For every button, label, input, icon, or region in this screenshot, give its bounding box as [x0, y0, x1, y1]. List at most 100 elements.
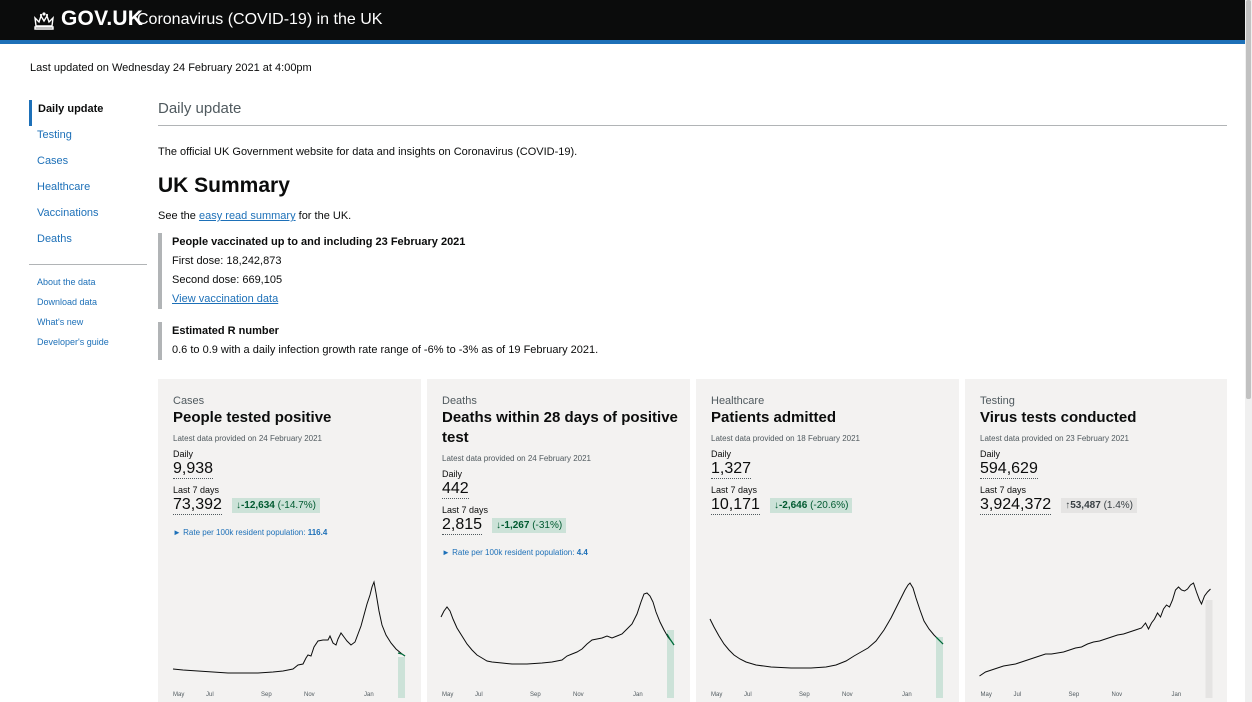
nav-item-healthcare[interactable]: Healthcare — [29, 178, 147, 204]
month-label: Jan — [1172, 692, 1182, 698]
vaccination-summary: People vaccinated up to and including 23… — [158, 233, 465, 309]
daily-value[interactable]: 594,629 — [980, 459, 1038, 479]
easy-read-link[interactable]: easy read summary — [199, 210, 296, 222]
change-badge: ↓-12,634 (-14.7%) — [231, 497, 320, 513]
trend-line — [172, 580, 406, 674]
change-percent: (-31%) — [532, 519, 563, 531]
crown-icon — [34, 12, 54, 30]
month-label: Jul — [206, 692, 214, 698]
main-content: Daily update The official UK Government … — [158, 100, 1227, 360]
week-value[interactable]: 10,171 — [711, 495, 760, 515]
month-label: Sep — [1069, 692, 1080, 698]
nav-item-about-data[interactable]: About the data — [29, 273, 147, 293]
page-scrollbar[interactable] — [1245, 0, 1252, 702]
daily-label: Daily — [173, 449, 194, 459]
change-percent: (-14.7%) — [277, 499, 316, 511]
trend-line — [440, 592, 675, 665]
recent-highlight — [398, 657, 405, 698]
trend-line — [709, 582, 944, 669]
govuk-logo-text[interactable]: GOV.UK — [61, 7, 143, 31]
week-row: 2,815 ↓-1,267 (-31%) — [442, 515, 690, 535]
card-deaths: Deaths Deaths within 28 days of positive… — [427, 379, 690, 702]
last-updated: Last updated on Wednesday 24 February 20… — [30, 62, 312, 74]
page-title: Daily update — [158, 100, 1227, 126]
nav-item-download-data[interactable]: Download data — [29, 293, 147, 313]
card-cases: Cases People tested positive Latest data… — [158, 379, 421, 702]
secondary-nav-list: About the data Download data What's new … — [29, 273, 147, 353]
cases-sparkline: May Jul Sep Nov Jan — [172, 580, 406, 698]
card-category: Healthcare — [711, 395, 765, 407]
month-label: May — [981, 692, 992, 698]
healthcare-sparkline: May Jul Sep Nov Jan — [709, 582, 944, 698]
daily-label: Daily — [442, 469, 463, 479]
rate-toggle[interactable]: ► Rate per 100k resident population: 4.4 — [442, 548, 690, 557]
card-category: Testing — [980, 395, 1015, 407]
change-badge: ↑53,487 (1.4%) — [1061, 497, 1138, 513]
card-latest-date: Latest data provided on 18 February 2021 — [711, 434, 860, 443]
card-latest-date: Latest data provided on 24 February 2021 — [442, 454, 591, 463]
week-row: 3,924,372 ↑53,487 (1.4%) — [980, 495, 1227, 515]
easy-read-line: See the easy read summary for the UK. — [158, 210, 351, 222]
week-row: 73,392 ↓-12,634 (-14.7%) — [173, 495, 421, 515]
nav-item-whats-new[interactable]: What's new — [29, 313, 147, 333]
card-testing: Testing Virus tests conducted Latest dat… — [965, 379, 1227, 702]
month-label: Sep — [530, 692, 541, 698]
month-label: May — [442, 692, 453, 698]
intro-text: The official UK Government website for d… — [158, 146, 578, 158]
scrollbar-thumb[interactable] — [1246, 0, 1251, 399]
change-value: -12,634 — [240, 499, 275, 511]
nav-item-developers-guide[interactable]: Developer's guide — [29, 333, 147, 353]
r-number-text: 0.6 to 0.9 with a daily infection growth… — [172, 344, 599, 356]
nav-item-daily-update[interactable]: Daily update — [29, 100, 147, 126]
month-label: Nov — [842, 692, 853, 698]
month-label: Nov — [573, 692, 584, 698]
month-label: Jul — [1014, 692, 1022, 698]
daily-label: Daily — [980, 449, 1001, 459]
rate-toggle[interactable]: ► Rate per 100k resident population: 116… — [173, 528, 421, 537]
card-category: Deaths — [442, 395, 477, 407]
summary-cards: Cases People tested positive Latest data… — [158, 379, 1227, 702]
change-badge: ↓-2,646 (-20.6%) — [769, 497, 853, 513]
nav-item-deaths[interactable]: Deaths — [29, 230, 147, 256]
month-label: Nov — [1112, 692, 1123, 698]
trend-line — [979, 582, 1211, 677]
change-badge: ↓-1,267 (-31%) — [492, 517, 567, 533]
card-headline[interactable]: Patients admitted — [711, 408, 951, 428]
week-value[interactable]: 73,392 — [173, 495, 222, 515]
card-latest-date: Latest data provided on 24 February 2021 — [173, 434, 322, 443]
recent-highlight — [1205, 600, 1213, 698]
nav-item-testing[interactable]: Testing — [29, 126, 147, 152]
nav-divider — [29, 264, 147, 265]
easy-read-suffix: for the UK. — [295, 210, 352, 222]
view-vaccination-link[interactable]: View vaccination data — [172, 293, 278, 305]
rate-label: Rate per 100k resident population: — [452, 548, 575, 557]
week-label: Last 7 days — [442, 505, 489, 515]
rate-value: 4.4 — [576, 548, 588, 557]
week-value[interactable]: 2,815 — [442, 515, 483, 535]
rate-value: 116.4 — [307, 528, 328, 537]
card-headline[interactable]: Deaths within 28 days of positive test — [442, 408, 682, 448]
card-headline[interactable]: People tested positive — [173, 408, 413, 428]
card-headline[interactable]: Virus tests conducted — [980, 408, 1220, 428]
week-row: 10,171 ↓-2,646 (-20.6%) — [711, 495, 959, 515]
daily-value[interactable]: 1,327 — [711, 459, 752, 479]
testing-sparkline: May Jul Sep Nov Jan — [979, 582, 1213, 698]
nav-item-cases[interactable]: Cases — [29, 152, 147, 178]
daily-value[interactable]: 442 — [442, 479, 469, 499]
main-nav-list: Daily update Testing Cases Healthcare Va… — [29, 100, 147, 256]
month-label: Jan — [364, 692, 374, 698]
daily-value[interactable]: 9,938 — [173, 459, 214, 479]
deaths-sparkline: May Jul Sep Nov Jan — [440, 592, 675, 698]
card-healthcare: Healthcare Patients admitted Latest data… — [696, 379, 959, 702]
nav-item-vaccinations[interactable]: Vaccinations — [29, 204, 147, 230]
change-value: -1,267 — [501, 519, 530, 531]
week-value[interactable]: 3,924,372 — [980, 495, 1052, 515]
daily-label: Daily — [711, 449, 732, 459]
month-label: May — [711, 692, 722, 698]
service-name[interactable]: Coronavirus (COVID-19) in the UK — [137, 11, 382, 29]
change-percent: (-20.6%) — [810, 499, 849, 511]
r-number-summary: Estimated R number 0.6 to 0.9 with a dai… — [158, 322, 598, 360]
card-category: Cases — [173, 395, 205, 407]
easy-read-prefix: See the — [158, 210, 199, 222]
month-label: Sep — [799, 692, 810, 698]
